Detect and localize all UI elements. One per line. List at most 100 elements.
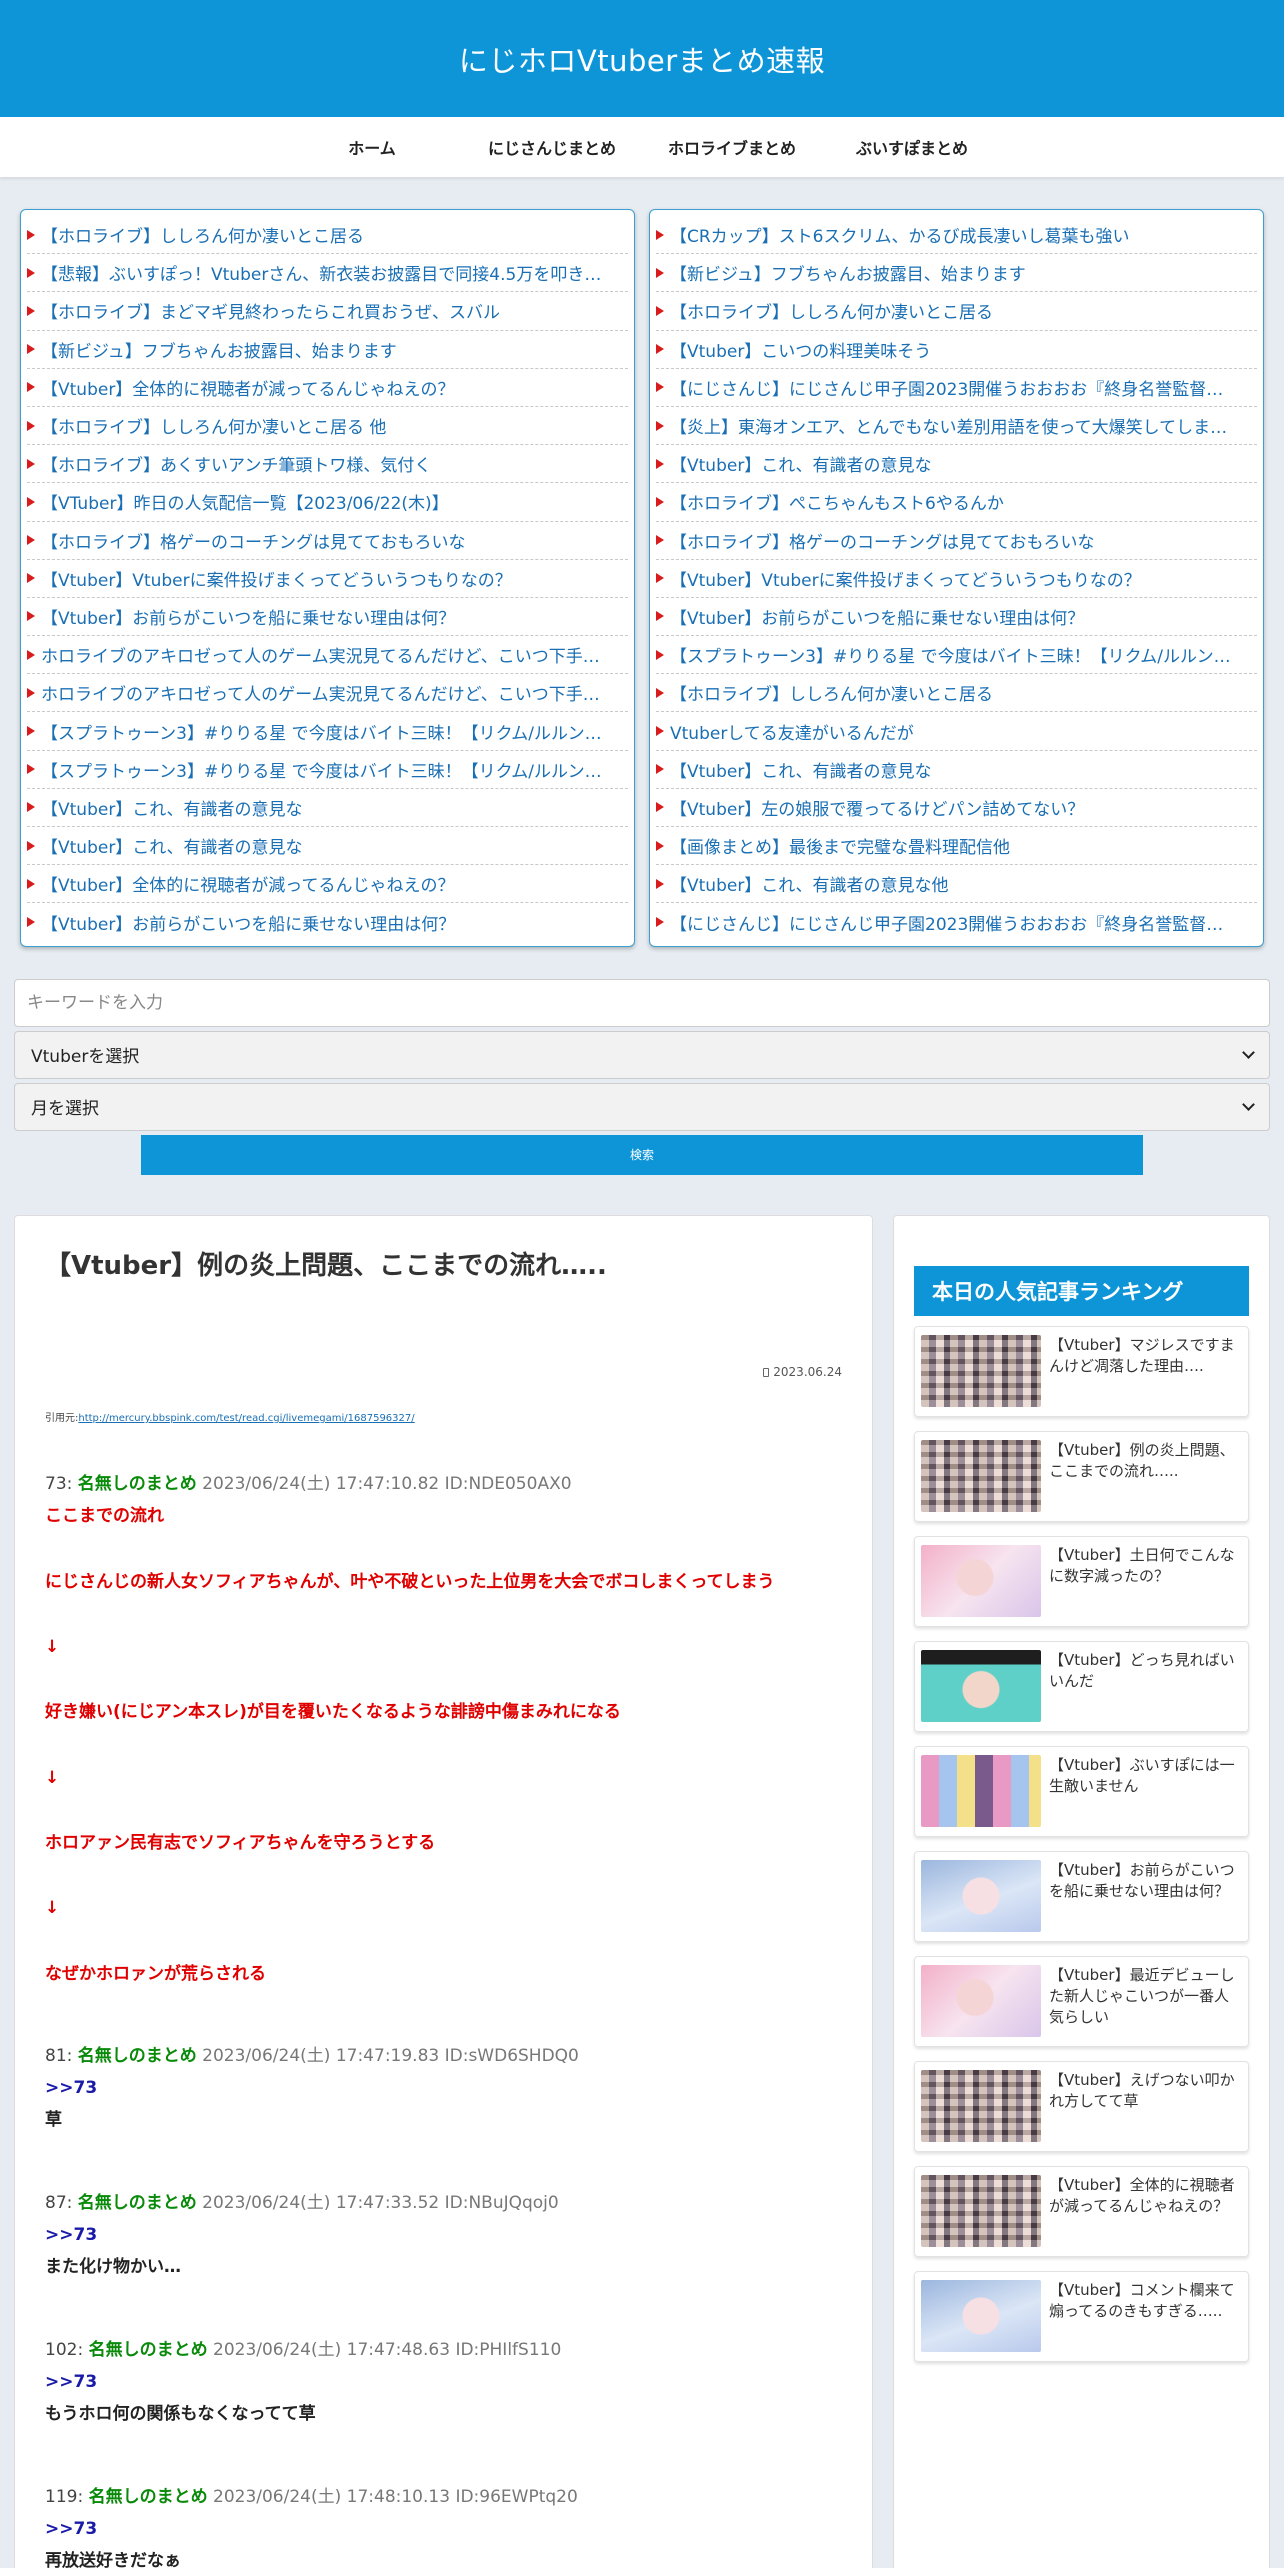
feed-item[interactable]: ホロライブのアキロゼって人のゲーム実況見てるんだけど、こいつ下手… [27,674,628,713]
search-button[interactable]: 検索 [141,1134,1143,1175]
nav-hololive[interactable]: ホロライブまとめ [642,135,822,159]
line-spacer [45,1729,842,1762]
feed-item[interactable]: 【Vtuber】全体的に視聴者が減ってるんじゃねえの？ [27,865,628,904]
feed-item[interactable]: 【画像まとめ】最後まで完璧な畳料理配信他 [656,827,1257,866]
post: 87: 名無しのまとめ 2023/06/24(土) 17:47:33.52 ID… [45,2187,842,2284]
ranking-item[interactable]: 【Vtuber】どっち見ればいいんだ [914,1640,1249,1732]
reply-anchor[interactable]: >>73 [45,2219,842,2251]
post-body-line: ↓ [45,1637,60,1658]
triangle-bullet-icon [27,687,35,698]
triangle-bullet-icon [656,535,664,546]
feed-item[interactable]: 【Vtuber】Vtuberに案件投げまくってどういうつもりなの？ [27,560,628,598]
ranking-item[interactable]: 【Vtuber】土日何でこんなに数字減ったの？ [914,1535,1249,1627]
reply-anchor[interactable]: >>73 [45,2072,842,2104]
site-title[interactable]: にじホロVtuberまとめ速報 [459,38,825,80]
feed-item-title: 【ホロライブ】まどマギ見終わったらこれ買おうぜ、スバル [41,303,500,324]
feed-item[interactable]: Vtuberしてる友達がいるんだが [656,712,1257,751]
feed-item[interactable]: 【スプラトゥーン3】#りりる星 で今度はバイト三昧！【リクム/ルルン… [27,712,628,751]
feed-item[interactable]: 【ホロライブ】格ゲーのコーチングは見てておもろいな [27,522,628,560]
feed-item[interactable]: 【Vtuber】Vtuberに案件投げまくってどういうつもりなの？ [656,560,1257,598]
post-header: 73: 名無しのまとめ 2023/06/24(土) 17:47:10.82 ID… [45,1468,842,1500]
feed-item[interactable]: 【Vtuber】全体的に視聴者が減ってるんじゃねえの？ [27,369,628,407]
reply-anchor[interactable]: >>73 [45,2366,842,2398]
feed-item[interactable]: 【にじさんじ】にじさんじ甲子園2023開催うおおおお『終身名誉監督… [656,903,1257,941]
feed-item[interactable]: 【Vtuber】これ、有識者の意見な [656,751,1257,789]
feed-item[interactable]: 【スプラトゥーン3】#りりる星 で今度はバイト三昧！【リクム/ルルン… [656,636,1257,675]
feed-section: 【ホロライブ】ししろん何か凄いとこ居る【悲報】ぶいすぽっ！Vtuberさん、新衣… [0,177,1284,947]
ranking-item[interactable]: 【Vtuber】ぶいすぽには一生敵いません [914,1745,1249,1837]
article-thumbnail [921,1649,1041,1722]
feed-item-title: 【Vtuber】これ、有識者の意見な [41,838,303,859]
ranking-item[interactable]: 【Vtuber】お前らがこいつを船に乗せない理由は何？ [914,1850,1249,1942]
feed-item[interactable]: 【にじさんじ】にじさんじ甲子園2023開催うおおおお『終身名誉監督… [656,369,1257,407]
feed-item-title: 【ホロライブ】ししろん何か凄いとこ居る [670,303,993,324]
post-header: 102: 名無しのまとめ 2023/06/24(土) 17:47:48.63 I… [45,2334,842,2366]
feed-item[interactable]: 【新ビジュ】フブちゃんお披露目、始まります [27,331,628,369]
feed-item[interactable]: 【ホロライブ】ししろん何か凄いとこ居る [27,216,628,255]
line-spacer [45,1598,842,1631]
chevron-down-icon [1242,1045,1255,1059]
source-link[interactable]: http://mercury.bbspink.com/test/read.cgi… [78,1413,414,1424]
ranking-item[interactable]: 【Vtuber】コメント欄来て煽ってるのきもすぎる….. [914,2270,1249,2362]
feed-item[interactable]: 【ホロライブ】ししろん何か凄いとこ居る [656,674,1257,713]
post-body: また化け物かい… [45,2257,181,2278]
feed-item[interactable]: 【ホロライブ】ししろん何か凄いとこ居る [656,292,1257,331]
feed-item[interactable]: 【Vtuber】お前らがこいつを船に乗せない理由は何？ [656,598,1257,637]
nav-vspo[interactable]: ぶいすぽまとめ [822,135,1002,159]
line-spacer [45,1925,842,1958]
feed-item[interactable]: 【ホロライブ】格ゲーのコーチングは見てておもろいな [656,522,1257,560]
feed-item[interactable]: 【Vtuber】こいつの料理美味そう [656,331,1257,369]
ranking-item[interactable]: 【Vtuber】えげつない叩かれ方してて草 [914,2060,1249,2152]
triangle-bullet-icon [27,878,35,889]
triangle-bullet-icon [656,687,664,698]
line-spacer [45,1794,842,1827]
triangle-bullet-icon [656,917,664,928]
post: 102: 名無しのまとめ 2023/06/24(土) 17:47:48.63 I… [45,2334,842,2431]
triangle-bullet-icon [27,267,35,278]
post-body-line: ↓ [45,1898,60,1919]
triangle-bullet-icon [656,878,664,889]
feed-item[interactable]: 【VTuber】昨日の人気配信一覧【2023/06/22(木)】 [27,483,628,522]
feed-item[interactable]: 【Vtuber】左の娘服で覆ってるけどパン詰めてない？ [656,789,1257,827]
ranking-item[interactable]: 【Vtuber】最近デビューした新人じゃこいつが一番人気らしい [914,1955,1249,2047]
vtuber-select[interactable]: Vtuberを選択 [14,1030,1270,1079]
feed-item[interactable]: 【Vtuber】これ、有識者の意見な [27,789,628,827]
feed-item[interactable]: 【Vtuber】お前らがこいつを船に乗せない理由は何？ [27,903,628,941]
feed-item[interactable]: 【悲報】ぶいすぽっ！Vtuberさん、新衣装お披露目で同接4.5万を叩き… [27,254,628,293]
nav-home[interactable]: ホーム [282,135,462,159]
ranking-item[interactable]: 【Vtuber】マジレスですまんけど凋落した理由…. [914,1325,1249,1417]
feed-item[interactable]: 【炎上】東海オンエア、とんでもない差別用語を使って大爆笑してしま… [656,407,1257,446]
post-number: 73: [45,1474,73,1495]
feed-item[interactable]: 【Vtuber】お前らがこいつを船に乗せない理由は何？ [27,598,628,637]
feed-item-title: 【ホロライブ】あくすいアンチ筆頭トワ様、気付く [41,456,432,477]
sidebar: 本日の人気記事ランキング 【Vtuber】マジレスですまんけど凋落した理由…. 【… [893,1214,1270,2568]
month-select[interactable]: 月を選択 [14,1082,1270,1131]
feed-item[interactable]: 【ホロライブ】ししろん何か凄いとこ居る 他 [27,407,628,446]
post-meta: 2023/06/24(土) 17:47:19.83 ID:sWD6SHDQ0 [202,2045,579,2066]
feed-item-title: 【ホロライブ】ししろん何か凄いとこ居る [41,227,364,248]
post-header: 87: 名無しのまとめ 2023/06/24(土) 17:47:33.52 ID… [45,2187,842,2219]
triangle-bullet-icon [656,764,664,775]
feed-item-title: 【ホロライブ】ぺこちゃんもスト6やるんか [670,494,1004,515]
reply-anchor[interactable]: >>73 [45,2513,842,2545]
ranking-item[interactable]: 【Vtuber】例の炎上問題、ここまでの流れ….. [914,1430,1249,1522]
feed-item[interactable]: 【ホロライブ】あくすいアンチ筆頭トワ様、気付く [27,445,628,484]
nav-nijisanji[interactable]: にじさんじまとめ [462,135,642,159]
triangle-bullet-icon [27,802,35,813]
feed-item-title: 【Vtuber】これ、有識者の意見な [41,799,303,820]
feed-item[interactable]: 【新ビジュ】フブちゃんお披露目、始まります [656,254,1257,293]
ranking-item-title: 【Vtuber】えげつない叩かれ方してて草 [1049,2070,1235,2110]
feed-item[interactable]: 【Vtuber】これ、有識者の意見な [656,445,1257,484]
keyword-input[interactable] [14,978,1270,1027]
feed-item-title: Vtuberしてる友達がいるんだが [670,723,914,744]
feed-item[interactable]: 【Vtuber】これ、有識者の意見な [27,827,628,866]
feed-item-title: 【Vtuber】全体的に視聴者が減ってるんじゃねえの？ [41,876,455,897]
feed-item[interactable]: 【ホロライブ】まどマギ見終わったらこれ買おうぜ、スバル [27,292,628,331]
feed-item[interactable]: 【ホロライブ】ぺこちゃんもスト6やるんか [656,483,1257,522]
feed-item[interactable]: 【Vtuber】これ、有識者の意見な他 [656,865,1257,904]
feed-item[interactable]: 【スプラトゥーン3】#りりる星 で今度はバイト三昧！【リクム/ルルン… [27,751,628,789]
feed-item-title: 【ホロライブ】ししろん何か凄いとこ居る [670,685,993,706]
feed-item[interactable]: 【CRカップ】スト6スクリム、かるび成長凄いし葛葉も強い [656,216,1257,255]
feed-item[interactable]: ホロライブのアキロゼって人のゲーム実況見てるんだけど、こいつ下手… [27,636,628,675]
ranking-item[interactable]: 【Vtuber】全体的に視聴者が減ってるんじゃねえの？ [914,2165,1249,2257]
